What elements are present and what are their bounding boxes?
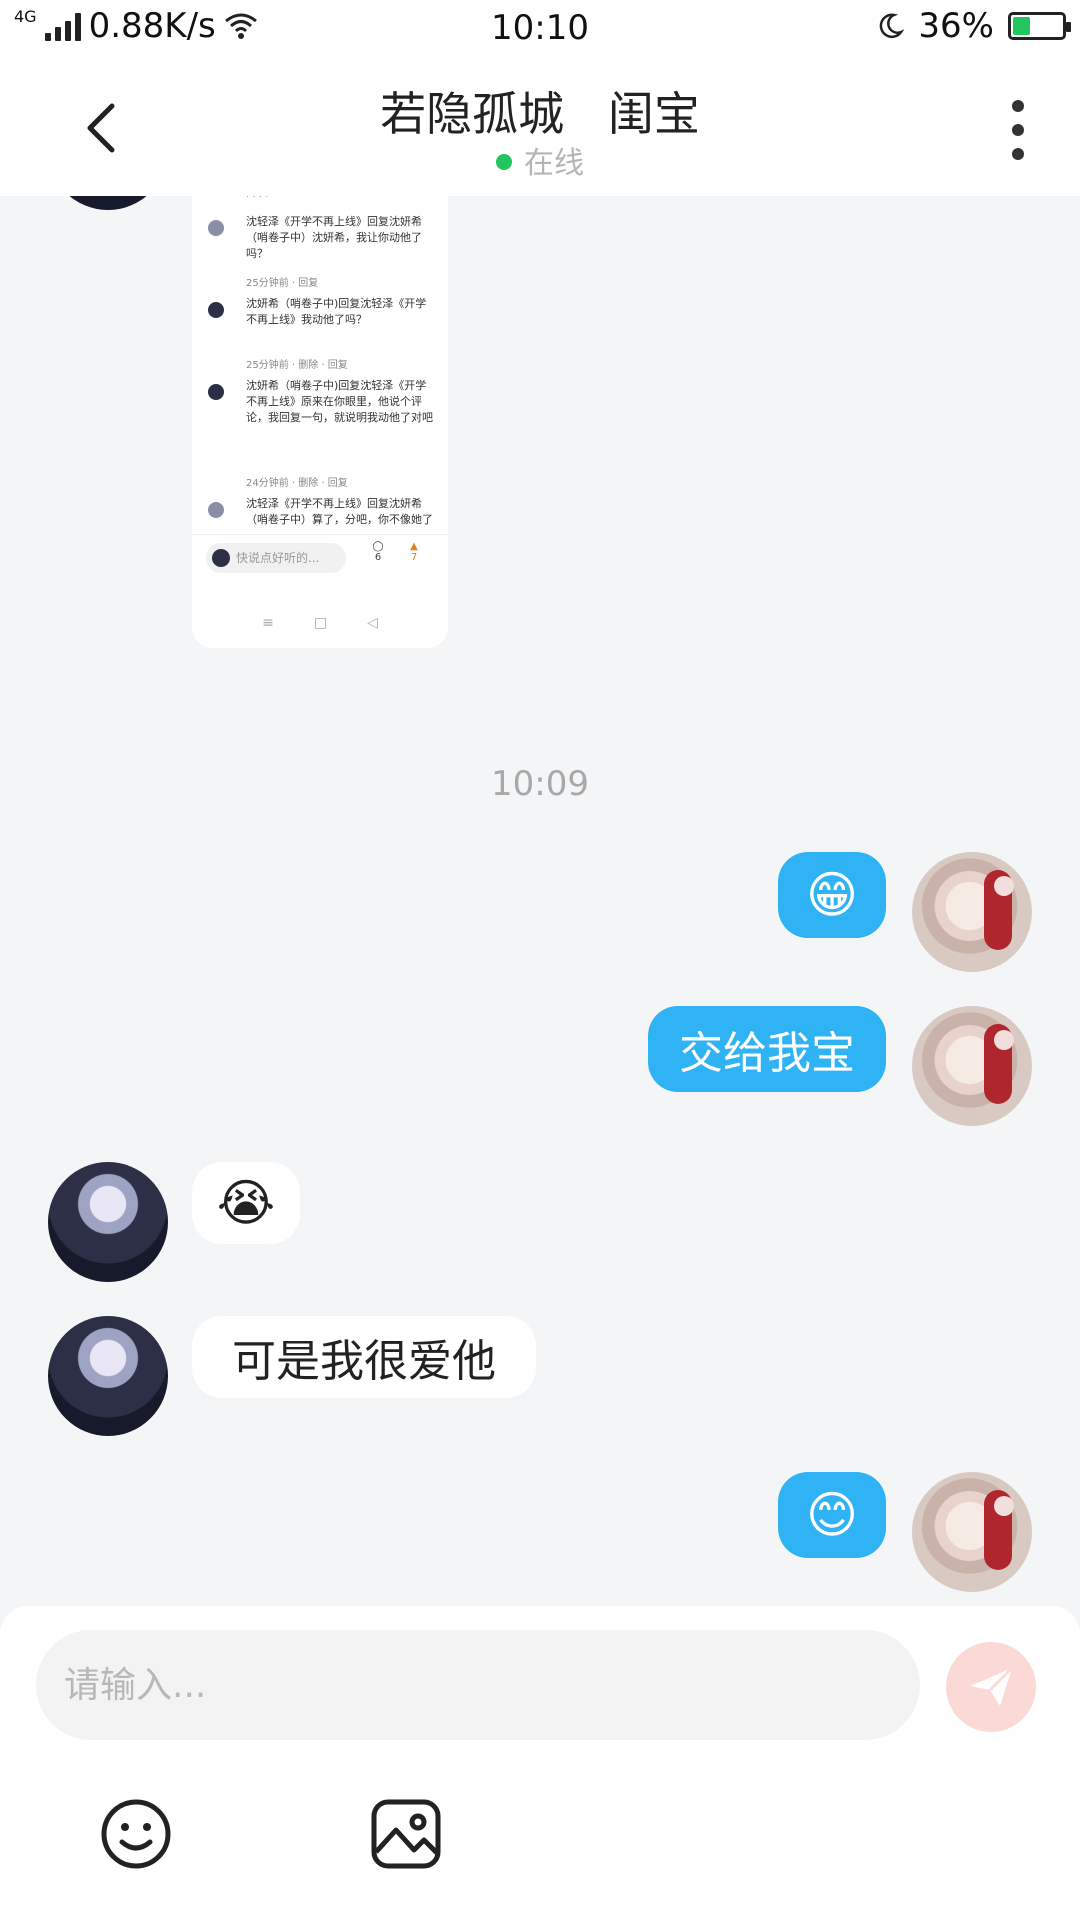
battery-percent: 36% bbox=[918, 6, 994, 46]
message-bubble-outgoing[interactable]: 😊 bbox=[778, 1472, 886, 1558]
comment-icon: ◯ bbox=[372, 541, 384, 552]
chat-header: 若隐孤城 闺宝 在线 bbox=[0, 56, 1080, 196]
online-status-label: 在线 bbox=[524, 146, 584, 181]
screenshot-comment-input: 快说点好听的... bbox=[206, 543, 346, 573]
message-bubble-incoming[interactable]: 😭 bbox=[192, 1162, 300, 1244]
thumbs-up-icon: ▲ bbox=[410, 541, 418, 552]
online-status: 在线 bbox=[0, 138, 1080, 182]
like-count: 7 bbox=[410, 552, 418, 563]
message-text: 可是我很爱他 bbox=[232, 1336, 496, 1387]
avatar[interactable] bbox=[912, 1472, 1032, 1592]
status-bar: 4G 0.88K/s 10:10 36% bbox=[0, 0, 1080, 56]
comment-text: 沈妍希（哨卷子中)回复沈轻泽《开学不再上线》我动他了吗？ bbox=[246, 297, 427, 326]
comment-avatar bbox=[208, 220, 224, 236]
crying-emoji: 😭 bbox=[216, 1174, 276, 1232]
image-icon[interactable] bbox=[366, 1794, 446, 1874]
message-bubble-incoming[interactable]: 可是我很爱他 bbox=[192, 1316, 536, 1398]
comment-avatar bbox=[208, 302, 224, 318]
comment-avatar bbox=[208, 384, 224, 400]
online-dot-icon bbox=[496, 153, 512, 170]
comment-text: 沈轻泽《开学不再上线》回复沈妍希（哨卷子中）算了，分吧，你不像她了 bbox=[246, 497, 433, 526]
menu-icon: ≡ bbox=[262, 615, 274, 631]
avatar[interactable] bbox=[912, 852, 1032, 972]
screenshot-like-count: ▲ 7 bbox=[406, 541, 422, 563]
partial-meta: · · · · bbox=[246, 196, 269, 203]
avatar[interactable] bbox=[48, 1316, 168, 1436]
message-text: 交给我宝 bbox=[679, 1028, 855, 1079]
message-bubble-outgoing[interactable]: 😁 bbox=[778, 852, 886, 938]
more-vertical-icon[interactable] bbox=[1008, 100, 1028, 160]
comment-count: 6 bbox=[374, 552, 382, 563]
shared-screenshot-image[interactable]: · · · · 沈轻泽《开学不再上线》回复沈妍希（哨卷子中）沈妍希，我让你动他了… bbox=[192, 196, 448, 648]
message-timestamp: 10:09 bbox=[491, 764, 589, 804]
back-triangle-icon: ◁ bbox=[367, 615, 378, 631]
battery-level bbox=[1013, 17, 1031, 35]
message-composer bbox=[0, 1606, 1080, 1920]
smile-emoji: 😊 bbox=[805, 1486, 859, 1544]
battery-icon bbox=[1008, 12, 1071, 40]
screenshot-comment-count: ◯ 6 bbox=[370, 541, 386, 563]
comment-avatar bbox=[208, 502, 224, 518]
message-list[interactable]: · · · · 沈轻泽《开学不再上线》回复沈妍希（哨卷子中）沈妍希，我让你动他了… bbox=[0, 196, 1080, 1606]
send-button[interactable] bbox=[946, 1642, 1036, 1732]
avatar[interactable] bbox=[48, 1162, 168, 1282]
message-bubble-outgoing[interactable]: 交给我宝 bbox=[648, 1006, 886, 1092]
comment-meta: 24分钟前 · 删除 · 回复 bbox=[246, 478, 348, 489]
chat-title: 若隐孤城 闺宝 bbox=[380, 87, 700, 141]
send-icon bbox=[970, 1666, 1014, 1706]
comment-meta: 25分钟前 · 删除 · 回复 bbox=[246, 360, 348, 371]
home-icon: □ bbox=[313, 615, 328, 631]
screenshot-nav-bar: ≡ □ ◁ bbox=[192, 598, 448, 648]
screenshot-comment-bar: 快说点好听的... ◯ 6 ▲ 7 bbox=[192, 534, 448, 582]
comment-text: 沈轻泽《开学不再上线》回复沈妍希（哨卷子中）沈妍希，我让你动他了吗？ bbox=[246, 215, 422, 260]
comment-text: 沈妍希（哨卷子中)回复沈轻泽《开学不再上线》原来在你眼里，他说个评论，我回复一句… bbox=[246, 379, 433, 424]
comment-meta: 25分钟前 · 回复 bbox=[246, 278, 319, 289]
moon-icon bbox=[880, 13, 905, 39]
avatar[interactable] bbox=[48, 196, 168, 210]
grin-emoji: 😁 bbox=[805, 866, 859, 924]
status-right: 36% bbox=[876, 6, 1071, 46]
avatar[interactable] bbox=[912, 1006, 1032, 1126]
emoji-smile-icon[interactable] bbox=[96, 1794, 176, 1874]
message-input[interactable] bbox=[36, 1630, 920, 1740]
